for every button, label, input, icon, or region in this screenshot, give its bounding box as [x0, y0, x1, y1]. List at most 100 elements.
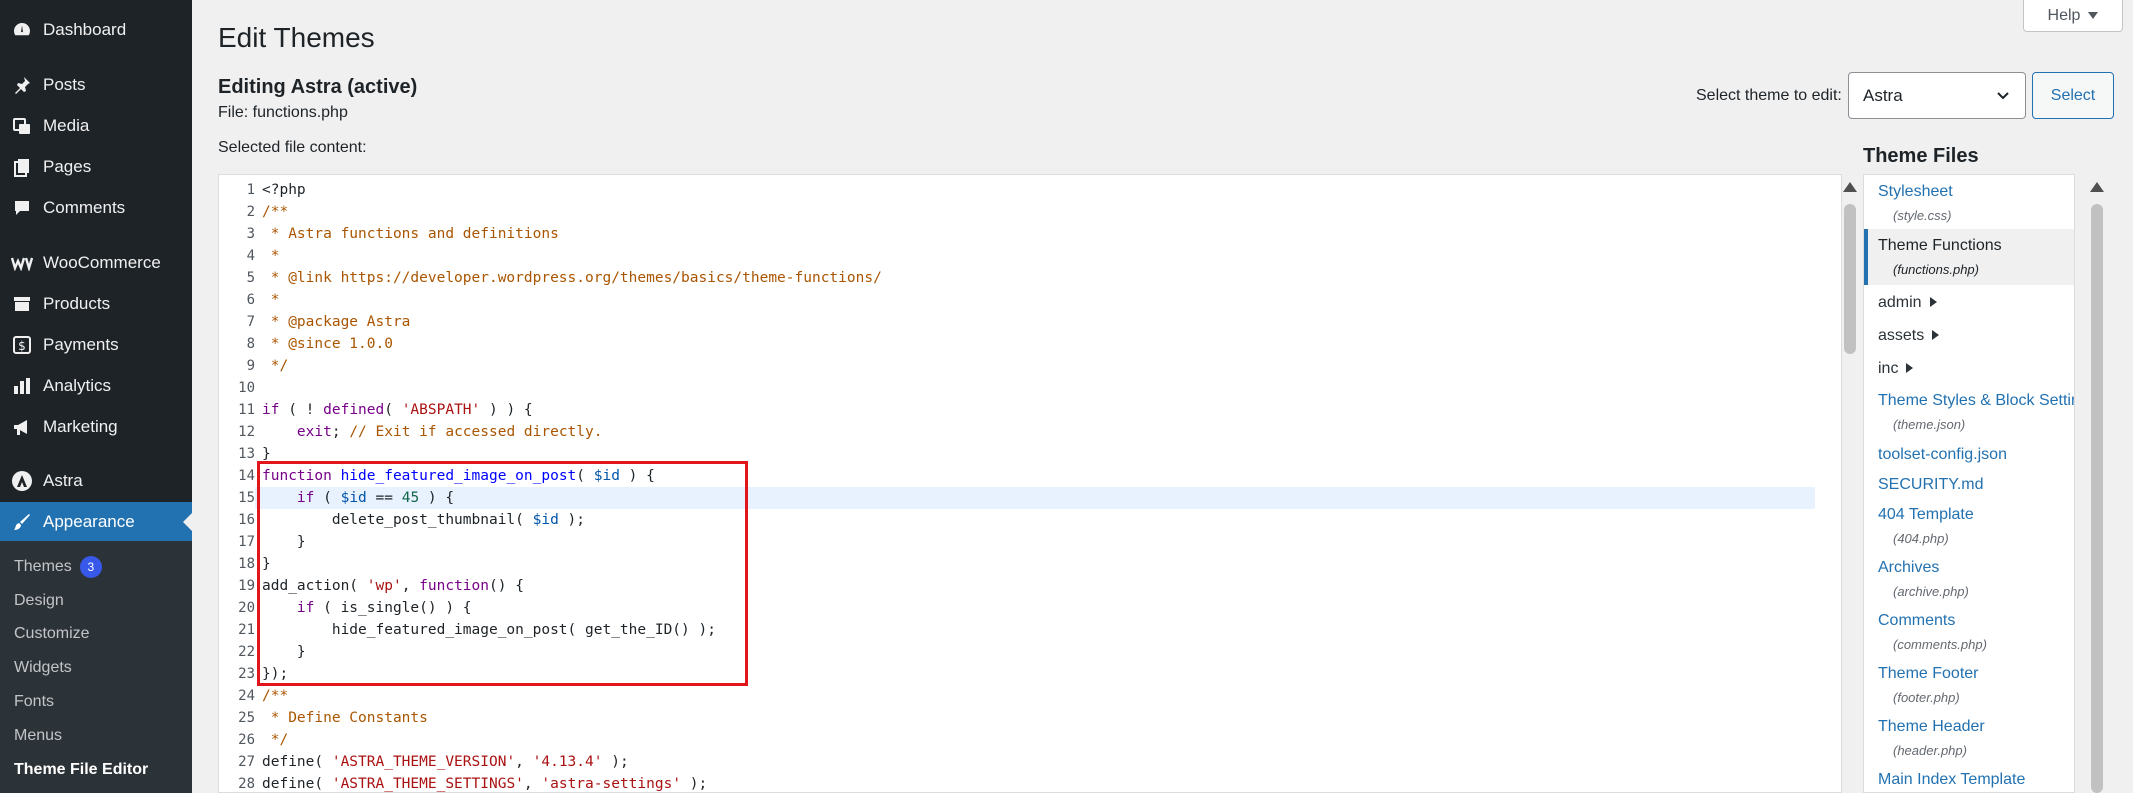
sidebar-item-label: Posts — [43, 75, 86, 94]
current-file-label: File: functions.php — [218, 104, 348, 121]
caret-down-icon — [2088, 7, 2099, 25]
submenu-item-design[interactable]: Design — [14, 589, 64, 613]
code-line: * Astra functions and definitions — [262, 226, 559, 242]
line-number: 1 — [246, 182, 255, 198]
theme-select-dropdown[interactable]: Astra — [1848, 72, 2026, 119]
sidebar-item-analytics[interactable]: Analytics — [0, 366, 192, 406]
file-name: (comments.php) — [1893, 637, 1987, 652]
code-line: * @since 1.0.0 — [262, 336, 393, 352]
sidebar-item-label: Comments — [43, 198, 126, 217]
submenu-item-customize[interactable]: Customize — [14, 622, 90, 646]
theme-files-scrollbar[interactable] — [2090, 180, 2104, 793]
annotation-highlight-box — [257, 461, 748, 686]
megaphone-icon — [10, 415, 34, 439]
sidebar-item-label: WooCommerce — [43, 253, 161, 272]
sidebar-item-label: Marketing — [43, 417, 118, 436]
archive-icon — [10, 292, 34, 316]
sidebar-item-label: Payments — [43, 335, 119, 354]
sidebar-item-pages[interactable]: Pages — [0, 147, 192, 187]
line-number: 24 — [238, 688, 255, 704]
sidebar-item-woocommerce[interactable]: WooCommerce — [0, 243, 192, 283]
submenu-item-theme-file-editor[interactable]: Theme File Editor — [14, 758, 148, 782]
file-name: (theme.json) — [1893, 417, 1966, 432]
line-number: 4 — [246, 248, 255, 264]
folder-admin[interactable]: admin — [1878, 294, 1937, 312]
folder-assets[interactable]: assets — [1878, 327, 1940, 345]
line-number: 3 — [246, 226, 255, 242]
sidebar-item-dashboard[interactable]: Dashboard — [0, 10, 192, 50]
code-line: <?php — [262, 182, 306, 198]
submenu-item-widgets[interactable]: Widgets — [14, 656, 72, 680]
file-link-theme-footer[interactable]: Theme Footer — [1878, 665, 1978, 683]
scroll-up-arrow-icon[interactable] — [1843, 182, 1857, 192]
sidebar-item-posts[interactable]: Posts — [0, 65, 192, 105]
select-theme-button[interactable]: Select — [2032, 72, 2114, 119]
line-number: 23 — [238, 666, 255, 682]
line-number: 9 — [246, 358, 255, 374]
svg-text:$: $ — [18, 339, 26, 353]
theme-files-title: Theme Files — [1863, 145, 1979, 167]
help-button[interactable]: Help — [2023, 0, 2123, 32]
file-link-theme-functions[interactable]: Theme Functions — [1878, 237, 2002, 255]
file-name: (archive.php) — [1893, 584, 1969, 599]
file-link-404-template[interactable]: 404 Template — [1878, 506, 1974, 524]
file-link-archives[interactable]: Archives — [1878, 559, 1939, 577]
folder-inc[interactable]: inc — [1878, 360, 1914, 378]
file-link-main-index-template[interactable]: Main Index Template — [1878, 771, 2025, 789]
editor-scrollbar[interactable] — [1843, 180, 1857, 793]
scrollbar-thumb[interactable] — [1844, 204, 1856, 354]
sidebar-item-appearance[interactable]: Appearance — [0, 502, 192, 542]
file-link-theme-json[interactable]: Theme Styles & Block Settings — [1878, 392, 2074, 410]
pages-icon — [10, 155, 34, 179]
file-name: (style.css) — [1893, 208, 1952, 223]
code-line: * — [262, 292, 280, 308]
appearance-submenu: Themes 3 Design Customize Widgets Fonts … — [0, 541, 192, 793]
paintbrush-icon — [10, 510, 34, 534]
sidebar-item-comments[interactable]: Comments — [0, 188, 192, 228]
sidebar-item-payments[interactable]: $ Payments — [0, 325, 192, 365]
bar-chart-icon — [10, 374, 34, 398]
line-number: 2 — [246, 204, 255, 220]
submenu-item-themes[interactable]: Themes 3 — [14, 555, 102, 579]
help-label: Help — [2047, 6, 2081, 24]
scrollbar-thumb[interactable] — [2091, 204, 2103, 793]
file-name: (header.php) — [1893, 743, 1967, 758]
code-line: * @package Astra — [262, 314, 411, 330]
file-name: (footer.php) — [1893, 690, 1960, 705]
scroll-up-arrow-icon[interactable] — [2090, 182, 2104, 192]
line-number: 27 — [238, 754, 255, 770]
admin-sidebar: Dashboard Posts Media Pages Comments Woo… — [0, 0, 192, 793]
line-number: 8 — [246, 336, 255, 352]
sidebar-item-products[interactable]: Products — [0, 284, 192, 324]
line-number-gutter: 1 2 3 4 5 6 7 8 9 10 11 12 13 14 15 16 17 18 19 20 21 22 23 24 2… — [219, 175, 255, 792]
line-number: 16 — [238, 512, 255, 528]
line-number: 19 — [238, 578, 255, 594]
line-number: 6 — [246, 292, 255, 308]
submenu-label: Themes — [14, 558, 72, 575]
sidebar-item-marketing[interactable]: Marketing — [0, 407, 192, 447]
line-number: 11 — [238, 402, 255, 418]
sidebar-item-media[interactable]: Media — [0, 106, 192, 146]
theme-files-list: Stylesheet (style.css) Theme Functions (… — [1863, 174, 2075, 793]
file-link-stylesheet[interactable]: Stylesheet — [1878, 183, 1953, 201]
file-link-toolset-config[interactable]: toolset-config.json — [1878, 446, 2007, 464]
file-link-security[interactable]: SECURITY.md — [1878, 476, 1984, 494]
sidebar-item-label: Astra — [43, 471, 83, 490]
submenu-item-fonts[interactable]: Fonts — [14, 690, 54, 714]
theme-select-label: Select theme to edit: — [1696, 87, 1842, 104]
line-number: 12 — [238, 424, 255, 440]
code-line: if ( ! defined( 'ABSPATH' ) ) { — [262, 402, 533, 418]
sidebar-item-label: Media — [43, 116, 90, 135]
line-number: 14 — [238, 468, 255, 484]
line-number: 5 — [246, 270, 255, 286]
sidebar-item-astra[interactable]: Astra — [0, 461, 192, 501]
astra-icon — [10, 469, 34, 493]
file-link-theme-header[interactable]: Theme Header — [1878, 718, 1985, 736]
file-link-comments[interactable]: Comments — [1878, 612, 1955, 630]
media-icon — [10, 114, 34, 138]
comment-icon — [10, 196, 34, 220]
line-number: 20 — [238, 600, 255, 616]
submenu-item-menus[interactable]: Menus — [14, 724, 62, 748]
dashboard-icon — [10, 18, 34, 42]
file-name: (functions.php) — [1893, 262, 1979, 277]
